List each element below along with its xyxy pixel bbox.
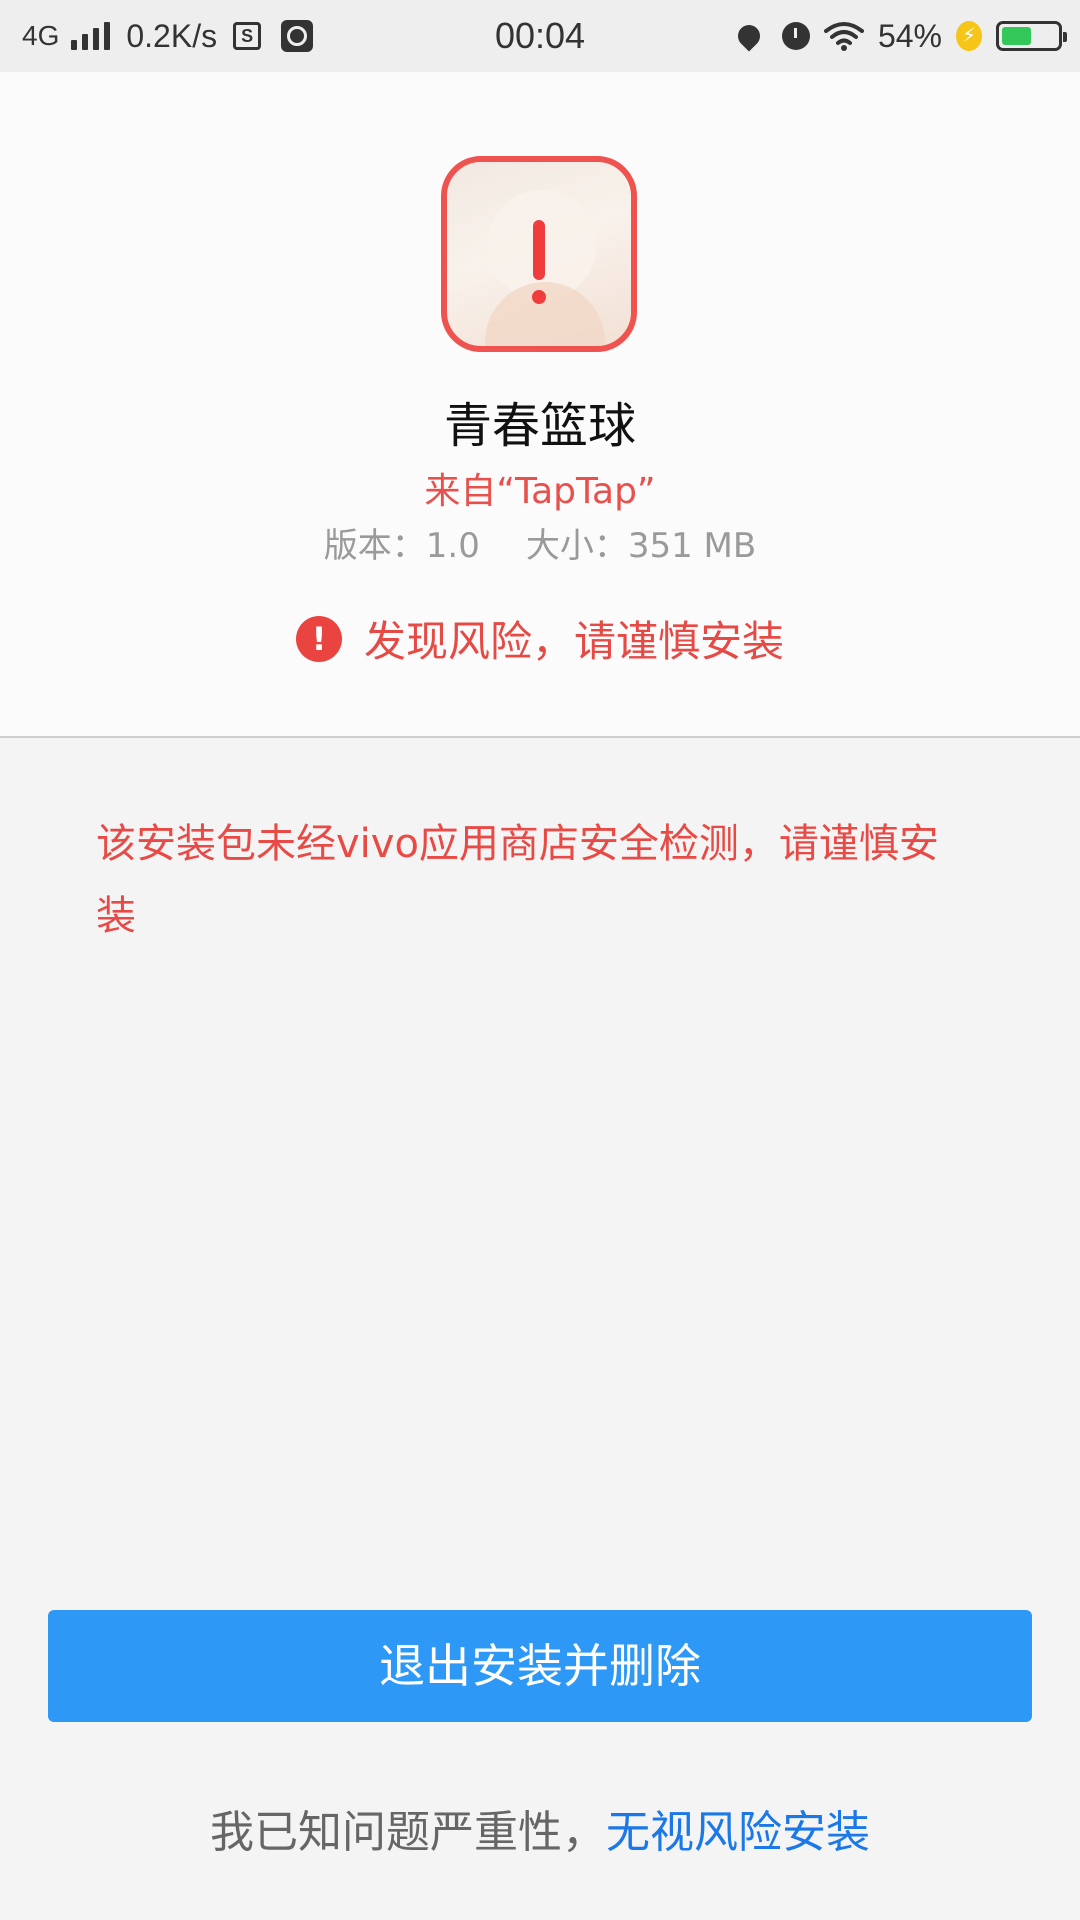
charging-icon: ⚡ <box>956 21 982 51</box>
acknowledge-text: 我已知问题严重性， <box>210 1807 606 1858</box>
app-size: 大小：351 MB <box>525 526 757 566</box>
location-icon <box>733 20 765 52</box>
risk-text: 发现风险，请谨慎安装 <box>363 617 784 666</box>
app-meta: 版本：1.0 大小：351 MB <box>0 518 1080 567</box>
status-bar: 4G 0.2K/s S 00:04 54% ⚡ <box>0 0 1080 72</box>
alarm-icon <box>781 22 810 50</box>
exit-and-delete-button[interactable]: 退出安装并删除 <box>48 1610 1032 1722</box>
risk-warning: ! 发现风险，请谨慎安装 <box>0 608 1080 669</box>
battery-fill <box>1002 27 1032 45</box>
app-info-card: 青春篮球 来自“TapTap” 版本：1.0 大小：351 MB ! 发现风险，请… <box>0 72 1080 738</box>
battery-percent: 54% <box>877 17 942 54</box>
battery-icon <box>996 21 1067 51</box>
app-version: 版本：1.0 <box>323 526 480 566</box>
exclamation-dot <box>532 290 546 304</box>
app-icon <box>441 156 637 352</box>
ignore-risk-install-link[interactable]: 无视风险安装 <box>606 1807 870 1858</box>
acknowledge-line: 我已知问题严重性，无视风险安装 <box>0 1796 1080 1860</box>
app-name: 青春篮球 <box>443 398 636 454</box>
status-right: 54% ⚡ <box>733 0 1067 72</box>
install-risk-screen: 4G 0.2K/s S 00:04 54% ⚡ 青春篮球 来自“TapTap” … <box>0 0 1080 1920</box>
wifi-icon <box>823 22 864 51</box>
app-source: 来自“TapTap” <box>424 471 656 512</box>
warning-icon: ! <box>295 615 342 662</box>
exclamation-icon <box>533 220 545 280</box>
warning-description: 该安装包未经vivo应用商店安全检测，请谨慎安装 <box>96 821 939 939</box>
